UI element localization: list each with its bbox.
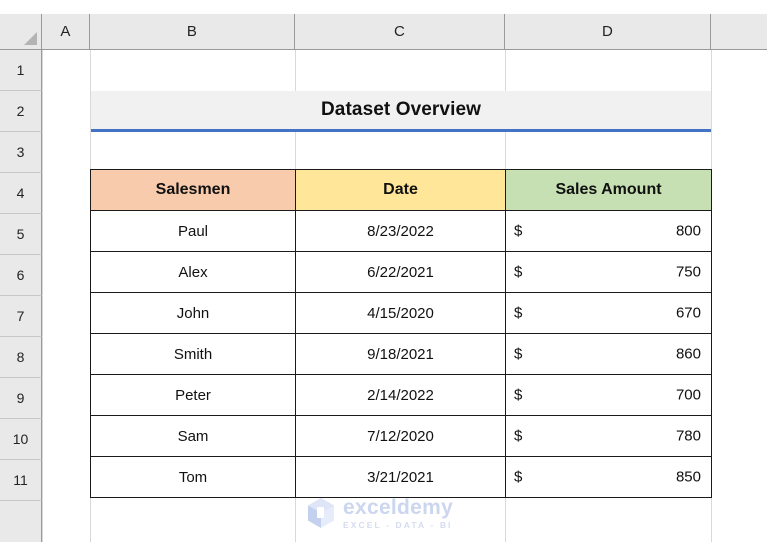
amount-value: 670 xyxy=(675,304,701,322)
spreadsheet-canvas: A B C D 1 2 3 4 5 6 7 8 9 10 11 Dataset … xyxy=(0,0,767,542)
cell-sales-amount[interactable]: $ 670 xyxy=(505,292,712,334)
page-title: Dataset Overview xyxy=(320,99,482,120)
row-header-6[interactable]: 6 xyxy=(0,255,42,296)
amount-value: 750 xyxy=(675,263,701,281)
row-header-8[interactable]: 8 xyxy=(0,337,42,378)
table-row: Alex 6/22/2021 $ 750 xyxy=(90,251,712,293)
cell-salesman[interactable]: Smith xyxy=(90,333,296,375)
watermark-tagline: EXCEL - DATA - BI xyxy=(343,520,453,531)
cell-salesman[interactable]: Tom xyxy=(90,456,296,498)
watermark-text: exceldemy EXCEL - DATA - BI xyxy=(343,497,453,530)
amount-value: 800 xyxy=(675,222,701,240)
column-header-date[interactable]: Date xyxy=(295,169,506,211)
row-header-2[interactable]: 2 xyxy=(0,91,42,132)
cell-salesman[interactable]: Peter xyxy=(90,374,296,416)
row-header-9[interactable]: 9 xyxy=(0,378,42,419)
row-header-5[interactable]: 5 xyxy=(0,214,42,255)
row-header-7[interactable]: 7 xyxy=(0,296,42,337)
currency-symbol: $ xyxy=(514,468,523,486)
cell-sales-amount[interactable]: $ 800 xyxy=(505,210,712,252)
grid-line-vertical xyxy=(42,50,43,542)
cell-sales-amount[interactable]: $ 850 xyxy=(505,456,712,498)
cell-date[interactable]: 7/12/2020 xyxy=(295,415,506,457)
cell-salesman[interactable]: Paul xyxy=(90,210,296,252)
table-row: Sam 7/12/2020 $ 780 xyxy=(90,415,712,457)
amount-value: 780 xyxy=(675,427,701,445)
row-header-1[interactable]: 1 xyxy=(0,50,42,91)
currency-symbol: $ xyxy=(514,427,523,445)
cell-date[interactable]: 4/15/2020 xyxy=(295,292,506,334)
sales-table: Salesmen Date Sales Amount Paul 8/23/202… xyxy=(90,169,712,498)
dataset-title-banner: Dataset Overview xyxy=(91,91,711,132)
currency-symbol: $ xyxy=(514,345,523,363)
watermark-brand: exceldemy xyxy=(343,496,454,520)
currency-symbol: $ xyxy=(514,386,523,404)
row-header-11[interactable]: 11 xyxy=(0,460,42,501)
table-row: John 4/15/2020 $ 670 xyxy=(90,292,712,334)
cell-sales-amount[interactable]: $ 860 xyxy=(505,333,712,375)
table-row: Peter 2/14/2022 $ 700 xyxy=(90,374,712,416)
cell-date[interactable]: 3/21/2021 xyxy=(295,456,506,498)
select-all-triangle-icon xyxy=(24,32,37,45)
row-header-3[interactable]: 3 xyxy=(0,132,42,173)
cell-salesman[interactable]: Alex xyxy=(90,251,296,293)
table-row: Tom 3/21/2021 $ 850 xyxy=(90,456,712,498)
exceldemy-logo-icon xyxy=(308,498,334,528)
row-header-4[interactable]: 4 xyxy=(0,173,42,214)
cell-date[interactable]: 8/23/2022 xyxy=(295,210,506,252)
table-header-row: Salesmen Date Sales Amount xyxy=(90,169,712,211)
row-header-12[interactable] xyxy=(0,501,42,542)
currency-symbol: $ xyxy=(514,304,523,322)
cell-sales-amount[interactable]: $ 780 xyxy=(505,415,712,457)
column-header-salesmen[interactable]: Salesmen xyxy=(90,169,296,211)
row-header-10[interactable]: 10 xyxy=(0,419,42,460)
currency-symbol: $ xyxy=(514,263,523,281)
column-header-sales-amount[interactable]: Sales Amount xyxy=(505,169,712,211)
cell-salesman[interactable]: Sam xyxy=(90,415,296,457)
column-header-d[interactable]: D xyxy=(505,14,711,50)
table-row: Paul 8/23/2022 $ 800 xyxy=(90,210,712,252)
amount-value: 850 xyxy=(675,468,701,486)
table-row: Smith 9/18/2021 $ 860 xyxy=(90,333,712,375)
cell-date[interactable]: 2/14/2022 xyxy=(295,374,506,416)
cell-date[interactable]: 9/18/2021 xyxy=(295,333,506,375)
watermark: exceldemy EXCEL - DATA - BI xyxy=(306,497,453,530)
column-header-e[interactable] xyxy=(711,14,767,50)
column-header-a[interactable]: A xyxy=(42,14,90,50)
currency-symbol: $ xyxy=(514,222,523,240)
column-header-c[interactable]: C xyxy=(295,14,505,50)
column-header-b[interactable]: B xyxy=(90,14,295,50)
cell-salesman[interactable]: John xyxy=(90,292,296,334)
amount-value: 700 xyxy=(675,386,701,404)
cell-sales-amount[interactable]: $ 700 xyxy=(505,374,712,416)
select-all-button[interactable] xyxy=(0,14,42,50)
amount-value: 860 xyxy=(675,345,701,363)
cell-date[interactable]: 6/22/2021 xyxy=(295,251,506,293)
cell-sales-amount[interactable]: $ 750 xyxy=(505,251,712,293)
